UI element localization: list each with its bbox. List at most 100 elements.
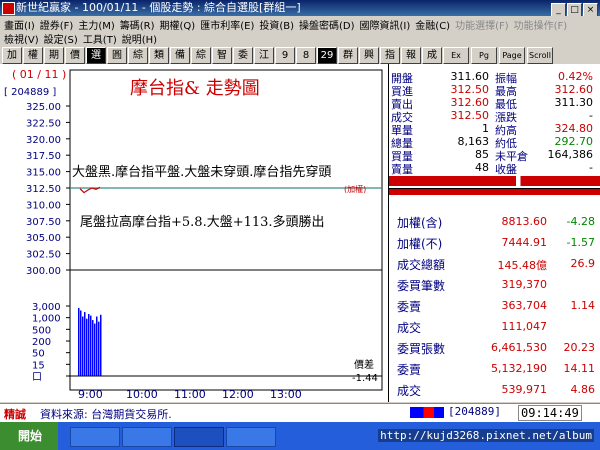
quote-row: 賣量 48 收盤 - — [391, 161, 599, 176]
market-label: 加權(含) — [397, 216, 443, 230]
menu-item[interactable]: 期權(Q) — [160, 17, 196, 32]
quote-value: 312.60 — [554, 83, 594, 96]
volume-bar — [96, 316, 98, 376]
maximize-button[interactable]: □ — [567, 3, 582, 17]
chart-date: ( 01 / 11 ) — [12, 68, 66, 81]
toolbar-button[interactable]: 綜 — [128, 47, 148, 64]
toolbar-button[interactable]: 加 — [2, 47, 22, 64]
toolbar-button[interactable]: 綜 — [191, 47, 211, 64]
volume-bar — [94, 323, 96, 376]
status-code-box: [204889] — [448, 405, 501, 418]
status-code: 204889 — [454, 405, 495, 418]
toolbar-button[interactable]: 江 — [254, 47, 274, 64]
toolbar: 加權期價選圓綜類備綜智委江 9 8 29 群興指報成 Ex Pg Page Scroll — [0, 46, 600, 65]
market-value: 539,971 — [501, 383, 548, 396]
toolbar-button[interactable]: 指 — [380, 47, 400, 64]
taskbar-item-1[interactable] — [70, 427, 120, 447]
taskbar-item-4[interactable] — [226, 427, 276, 447]
annotation-line-1: 大盤黑.摩台指平盤.大盤未穿頭.摩台指先穿頭 — [72, 164, 331, 180]
toolbar-button[interactable]: Ex — [443, 47, 469, 64]
quote-label: 收盤 — [495, 163, 517, 176]
minimize-button[interactable]: _ — [551, 3, 566, 17]
toolbar-button[interactable]: 類 — [149, 47, 169, 64]
toolbar-button[interactable]: Scroll — [527, 47, 553, 64]
title-bar: 新世紀贏家 - 100/01/11 - 個股走勢 : 綜合自選股[群組一] _ □… — [0, 0, 600, 17]
market-label: 成交 — [397, 384, 422, 398]
menu-item[interactable]: 檢視(V) — [4, 31, 39, 46]
menu-item[interactable]: 操盤密碼(D) — [299, 17, 355, 32]
window-controls: _ □ × — [550, 1, 598, 17]
menu-item[interactable]: 投資(B) — [259, 17, 294, 32]
menu-item[interactable]: 設定(S) — [44, 31, 78, 46]
market-value: 8813.60 — [501, 215, 548, 228]
volume-bar — [100, 314, 102, 376]
menu-item[interactable]: 國際資訊(I) — [360, 17, 411, 32]
menu-item[interactable]: 功能選擇(F) — [455, 17, 509, 32]
toolbar-button[interactable]: 興 — [359, 47, 379, 64]
toolbar-button[interactable]: 權 — [23, 47, 43, 64]
diff-value: -1.44 — [352, 373, 378, 384]
toolbar-button[interactable]: 期 — [44, 47, 64, 64]
volume-tick-label: 1,000 — [32, 314, 61, 325]
price-tick-label: 315.00 — [26, 168, 61, 179]
volume-bar — [86, 318, 88, 376]
menu-row-1: 畫面(I) 證券(F) 主力(M) 籌碼(R) 期權(Q) 匯市利率(E) 投資(B) 操盤密… — [4, 17, 572, 32]
menu-item[interactable]: 說明(H) — [122, 31, 157, 46]
close-button[interactable]: × — [583, 3, 598, 17]
time-tick-label: 11:00 — [174, 388, 206, 401]
quote-value: - — [589, 109, 593, 122]
volume-tick-label: 3,000 — [32, 302, 61, 313]
menu-item[interactable]: 功能操作(F) — [514, 17, 568, 32]
market-value: 111,047 — [501, 320, 548, 333]
price-tick-label: 310.00 — [26, 200, 61, 211]
taskbar-item-2[interactable] — [122, 427, 172, 447]
volume-bar — [82, 316, 84, 376]
menu-item[interactable]: 匯市利率(E) — [200, 17, 254, 32]
menu-item[interactable]: 主力(M) — [78, 17, 114, 32]
quote-value: 85 — [475, 148, 489, 161]
taskbar-item-3[interactable] — [174, 427, 224, 447]
window-title: 新世紀贏家 - 100/01/11 - 個股走勢 : 綜合自選股[群組一] — [16, 1, 301, 14]
diff-label: 價差 — [354, 358, 374, 371]
toolbar-button[interactable]: 智 — [212, 47, 232, 64]
price-tick-label: 325.00 — [26, 102, 61, 113]
price-tick-label: 312.50 — [26, 184, 61, 195]
toolbar-button[interactable]: 9 — [275, 47, 295, 64]
status-bar: 精誠 資料來源: 台灣期貨交易所. [204889] 09:14:49 — [0, 403, 600, 422]
market-value: 5,132,190 — [491, 362, 547, 375]
volume-bar — [88, 314, 90, 376]
volume-tick-label: 200 — [32, 337, 51, 348]
toolbar-button[interactable]: 成 — [422, 47, 442, 64]
market-change: -4.28 — [566, 215, 595, 228]
toolbar-button[interactable]: 價 — [65, 47, 85, 64]
toolbar-button[interactable]: 選 — [86, 47, 106, 64]
menu-item[interactable]: 畫面(I) — [4, 17, 35, 32]
time-tick-label: 10:00 — [126, 388, 158, 401]
taskbar: 開始 http://kujd3268.pixnet.net/album — [0, 422, 600, 450]
start-button[interactable]: 開始 — [0, 422, 58, 450]
quote-row: 賣出 312.60 最低 311.30 — [391, 96, 599, 111]
toolbar-button[interactable]: Page — [499, 47, 525, 64]
toolbar-button[interactable]: 群 — [338, 47, 358, 64]
toolbar-button[interactable]: 委 — [233, 47, 253, 64]
menu-item[interactable]: 籌碼(R) — [120, 17, 155, 32]
quote-value: 164,386 — [547, 148, 594, 161]
menu-item[interactable]: 工具(T) — [83, 31, 117, 46]
volume-tick-label: 口 — [32, 372, 42, 383]
volume-bar — [78, 307, 80, 376]
toolbar-button[interactable]: 29 — [317, 47, 337, 64]
menu-bar: 畫面(I) 證券(F) 主力(M) 籌碼(R) 期權(Q) 匯市利率(E) 投資(B) 操盤密… — [0, 16, 600, 46]
time-tick-label: 12:00 — [222, 388, 254, 401]
toolbar-button[interactable]: Pg — [471, 47, 497, 64]
toolbar-button[interactable]: 8 — [296, 47, 316, 64]
toolbar-button[interactable]: 備 — [170, 47, 190, 64]
watermark-url: http://kujd3268.pixnet.net/album — [378, 429, 594, 442]
menu-item[interactable]: 證券(F) — [40, 17, 74, 32]
market-change: 1.14 — [570, 299, 596, 312]
toolbar-button[interactable]: 報 — [401, 47, 421, 64]
menu-item[interactable]: 金融(C) — [415, 17, 450, 32]
market-label: 成交 — [397, 321, 422, 335]
quote-value: 324.80 — [554, 122, 594, 135]
market-change: 4.86 — [570, 383, 596, 396]
toolbar-button[interactable]: 圓 — [107, 47, 127, 64]
